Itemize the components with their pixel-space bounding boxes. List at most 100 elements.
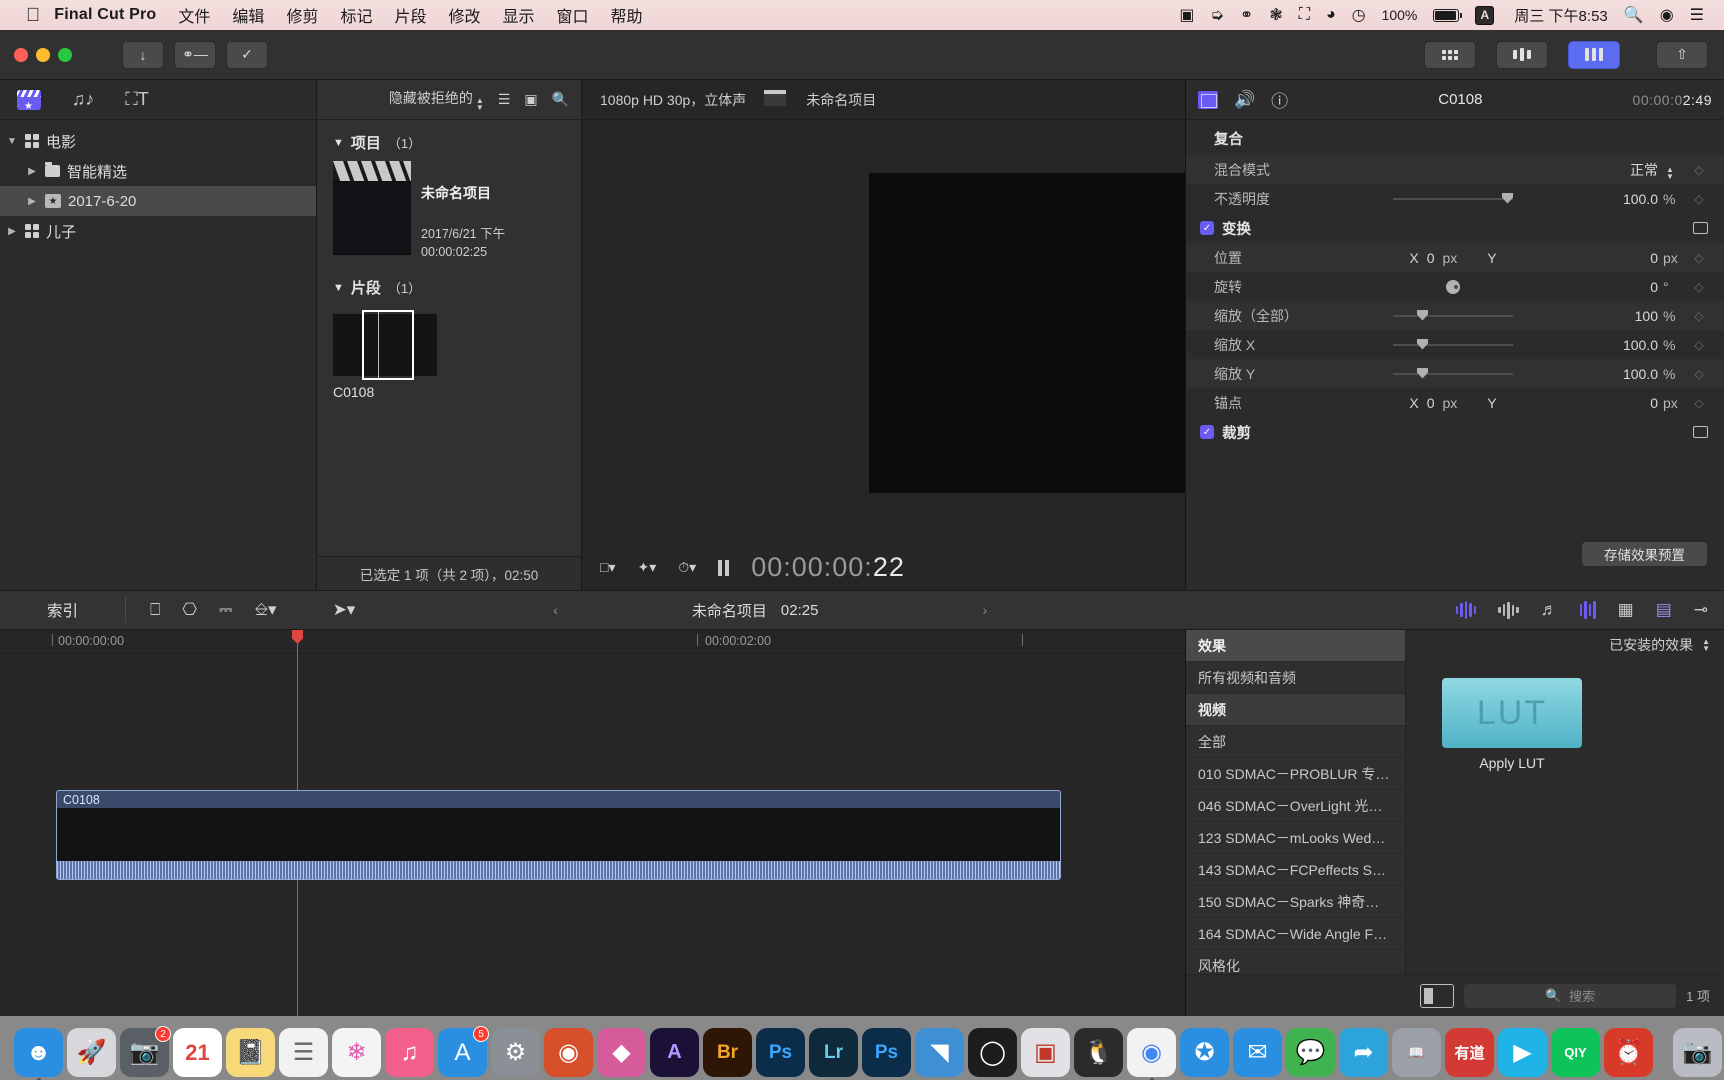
keyframe-button[interactable]: ◇ <box>1688 163 1710 177</box>
clip-item[interactable] <box>317 310 581 380</box>
keyframe-button[interactable]: ◇ <box>1688 309 1710 323</box>
menu-item-file[interactable]: 文件 <box>178 3 210 27</box>
reminders-icon[interactable]: ☰ <box>279 1028 328 1077</box>
effects-category-item[interactable]: 046 SDMAC－OverLight 光… <box>1186 790 1405 822</box>
back-chevron-icon[interactable]: ‹ <box>553 602 558 618</box>
property-value[interactable]: 正常 <box>1562 160 1658 180</box>
menu-clock[interactable]: 周三 下午8:53 <box>1514 5 1607 26</box>
menu-item-view[interactable]: 显示 <box>503 3 535 27</box>
finder-icon[interactable]: ☻ <box>14 1028 63 1080</box>
itunes-icon[interactable]: ♫ <box>385 1028 434 1077</box>
audio-skimming-icon[interactable] <box>1455 601 1477 619</box>
property-row-opacity[interactable]: 不透明度 100.0 % ◇ <box>1186 184 1724 213</box>
select-tool-icon[interactable]: ➤▾ <box>333 600 356 620</box>
position-y-value[interactable]: 0 <box>1562 250 1658 266</box>
video-tab-icon[interactable] <box>1198 90 1218 109</box>
timeline-panel[interactable]: 00:00:00:00 00:00:02:00 C0108 <box>0 630 1185 1016</box>
list-view-icon[interactable]: ☰ <box>498 91 511 108</box>
telegram-icon[interactable]: ➦ <box>1339 1028 1388 1077</box>
property-row-scale-x[interactable]: 缩放 X 100.0 % ◇ <box>1186 330 1724 359</box>
enhance-icon[interactable]: ✦▾ <box>637 559 656 576</box>
menu-item-clip[interactable]: 片段 <box>394 3 426 27</box>
property-row-blend-mode[interactable]: 混合模式 正常 ▲ ▼ ◇ <box>1186 155 1724 184</box>
effects-category-video[interactable]: 视频 <box>1186 694 1405 726</box>
scale-y-slider[interactable] <box>1393 367 1513 379</box>
info-tab-icon[interactable]: ⓘ <box>1271 87 1288 112</box>
property-row-rotation[interactable]: 旋转 0 ° ◇ <box>1186 272 1724 301</box>
anchor-x-value[interactable]: 0 <box>1427 395 1435 411</box>
bridge-icon[interactable]: Br <box>703 1028 752 1077</box>
disclosure-triangle-icon[interactable]: ▼ <box>6 136 18 147</box>
sidebar-item-event-2017-6-20[interactable]: ▶ ★ 2017-6-20 <box>0 186 316 216</box>
group-header-projects[interactable]: ▼ 项目 （1） <box>317 128 581 161</box>
property-row-scale-all[interactable]: 缩放（全部） 100 % ◇ <box>1186 301 1724 330</box>
effects-category-item[interactable]: 143 SDMAC－FCPeffects S… <box>1186 854 1405 886</box>
position-x-value[interactable]: 0 <box>1427 250 1435 266</box>
effect-tile-apply-lut[interactable]: LUT Apply LUT <box>1442 678 1582 771</box>
calendar-icon[interactable]: 21 <box>173 1028 222 1077</box>
save-effects-preset-button[interactable]: 存储效果预置 <box>1581 541 1708 567</box>
menu-item-window[interactable]: 窗口 <box>557 3 589 27</box>
property-value[interactable]: 100.0 <box>1562 366 1658 382</box>
viewer-timecode[interactable]: 00:00:00:22 <box>751 552 905 583</box>
dictionary-icon[interactable]: 📖 <box>1392 1028 1441 1077</box>
timeline-toggle-button[interactable] <box>1496 40 1548 69</box>
iqiyi-icon[interactable]: QIY <box>1551 1028 1600 1077</box>
keyframe-button[interactable]: ◇ <box>1688 251 1710 265</box>
transitions-browser-icon[interactable]: ⊸ <box>1694 600 1708 620</box>
inspector-section-crop[interactable]: ✓ 裁剪 <box>1186 417 1724 447</box>
menu-item-modify[interactable]: 修改 <box>448 3 480 27</box>
onscreen-controls-icon[interactable] <box>1693 426 1708 438</box>
keyframe-button[interactable]: ◇ <box>1688 192 1710 206</box>
wifi-icon[interactable]: ◕ <box>1326 6 1336 24</box>
photoshop-icon[interactable]: Ps <box>756 1028 805 1077</box>
effects-category-stylize[interactable]: 风格化 <box>1186 950 1405 974</box>
group-header-clips[interactable]: ▼ 片段 （1） <box>317 261 581 306</box>
telegram-icon[interactable]: ➭ <box>1211 5 1224 25</box>
keyframe-button[interactable]: ◇ <box>1688 338 1710 352</box>
minimize-window-button[interactable] <box>36 47 50 62</box>
disclosure-triangle-icon[interactable]: ▶ <box>26 166 38 177</box>
retime-icon[interactable]: ⏱▾ <box>678 559 696 576</box>
effects-category-all-video-audio[interactable]: 所有视频和音频 <box>1186 662 1405 694</box>
photoshop-cc-icon[interactable]: Ps <box>862 1028 911 1077</box>
audio-waveform-icon[interactable] <box>1579 601 1596 619</box>
siri-icon[interactable]: ◉ <box>1660 5 1674 25</box>
apple-menu-icon[interactable]:  <box>26 6 40 25</box>
effects-category-item[interactable]: 164 SDMAC－Wide Angle F… <box>1186 918 1405 950</box>
mail-icon[interactable]: ✉ <box>1233 1028 1282 1077</box>
keyframe-button[interactable]: ◇ <box>1688 280 1710 294</box>
lightroom-icon[interactable]: Lr <box>809 1028 858 1077</box>
menu-item-mark[interactable]: 标记 <box>340 3 372 27</box>
clip-appearance-icon[interactable]: ▦ <box>1618 600 1634 620</box>
launchpad-icon[interactable]: 🚀 <box>67 1028 116 1077</box>
transform-checkbox[interactable]: ✓ <box>1200 221 1214 235</box>
wechat-icon[interactable]: 💬 <box>1286 1028 1335 1077</box>
rotation-dial[interactable] <box>1446 279 1460 294</box>
menu-item-edit[interactable]: 编辑 <box>232 3 264 27</box>
clip-thumbnail[interactable] <box>333 310 437 380</box>
effects-results-header[interactable]: 已安装的效果 ▲ ▼ <box>1406 630 1724 660</box>
effects-category-item[interactable]: 010 SDMAC－PROBLUR 专… <box>1186 758 1405 790</box>
input-source-icon[interactable]: A <box>1475 5 1495 25</box>
spotlight-icon[interactable]: 🔍 <box>1624 5 1644 25</box>
screen-record-icon[interactable]: ▣ <box>1179 5 1194 25</box>
safari-icon[interactable]: ✪ <box>1180 1028 1229 1077</box>
property-value[interactable]: 100.0 <box>1562 337 1658 353</box>
menu-item-help[interactable]: 帮助 <box>611 3 643 27</box>
keyframe-button[interactable]: ⚭— <box>174 40 216 69</box>
scale-all-slider[interactable] <box>1393 309 1513 321</box>
property-value[interactable]: 100 <box>1562 308 1658 324</box>
scale-x-slider[interactable] <box>1393 338 1513 350</box>
inspector-section-transform[interactable]: ✓ 变换 <box>1186 213 1724 243</box>
forward-chevron-icon[interactable]: › <box>982 602 987 618</box>
keyframe-button[interactable]: ◇ <box>1688 367 1710 381</box>
alarm-icon[interactable]: ⏰ <box>1604 1028 1653 1077</box>
motion-icon[interactable]: ◆ <box>597 1028 646 1077</box>
sidebar-item-movies[interactable]: ▼ 电影 <box>0 126 316 156</box>
preferences-icon[interactable]: ⚙ <box>491 1028 540 1077</box>
effects-search-input[interactable]: 🔍 搜索 <box>1464 983 1677 1008</box>
display-icon[interactable]: ⛶ <box>1299 6 1310 24</box>
project-item[interactable]: 未命名项目 2017/6/21 下午 00:00:02:25 <box>317 161 581 261</box>
close-window-button[interactable] <box>14 47 28 62</box>
